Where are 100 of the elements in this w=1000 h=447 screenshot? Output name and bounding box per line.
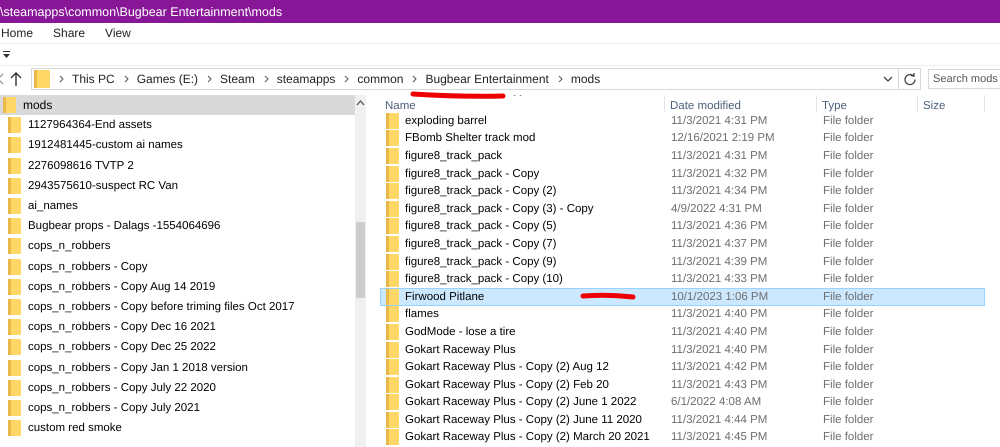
folder-icon [8, 117, 21, 134]
file-row[interactable]: FBomb Shelter track mod 12/16/2021 2:19 PM File folder [380, 130, 985, 148]
up-arrow-icon[interactable] [9, 71, 23, 87]
file-row[interactable]: Gokart Raceway Plus - Copy (2) June 11 2020 11/3/2021 4:44 PM File folder [380, 411, 985, 429]
file-row[interactable]: flames 11/3/2021 4:40 PM File folder [380, 306, 985, 324]
date-modified: 12/16/2021 2:19 PM [670, 132, 776, 144]
folder-icon [8, 420, 21, 436]
file-name: figure8_track_pack - Copy (7) [405, 238, 556, 250]
column-header[interactable]: Size [918, 95, 985, 112]
file-type: File folder [822, 344, 874, 356]
file-name: GodMode - lose a tire [405, 326, 516, 338]
breadcrumb[interactable]: Bugbear Entertainment [425, 72, 549, 86]
tree-item[interactable]: cops_n_robbers - Copy July 22 2020 [0, 378, 355, 398]
dropdown-icon[interactable] [883, 75, 893, 83]
tree-item[interactable]: cops_n_robbers - Copy [0, 256, 355, 277]
ribbon-tab[interactable]: View [105, 26, 131, 40]
tree-item[interactable]: mods [0, 95, 355, 116]
folder-icon [8, 360, 21, 376]
file-type: File folder [822, 256, 874, 268]
folder-icon [386, 183, 399, 200]
customize-toolbar-icon[interactable] [2, 50, 11, 59]
file-row[interactable]: Gokart Raceway Plus 11/3/2021 4:40 PM File folder [380, 340, 985, 358]
window-title: \steamapps\common\Bugbear Entertainment\mods [0, 4, 282, 18]
file-name: FBomb Shelter track mod [405, 132, 536, 144]
scroll-thumb[interactable] [356, 222, 365, 298]
file-row[interactable]: figure8_track_pack - Copy (7) 11/3/2021 4:37 PM File folder [380, 235, 985, 253]
folder-icon [8, 238, 21, 254]
file-name: figure8_track_pack - Copy (5) [405, 220, 556, 232]
folder-icon [386, 394, 399, 410]
file-type: File folder [822, 238, 874, 250]
tree-item[interactable]: Bugbear props - Dalags -1554064696 [0, 216, 355, 236]
file-type: File folder [822, 396, 874, 408]
date-modified: 6/1/2022 4:08 AM [670, 396, 762, 408]
tree-item[interactable]: cops_n_robbers - Copy before triming files Oct 2017 [0, 296, 355, 318]
tree-item[interactable]: custom red smoke [0, 418, 355, 438]
file-row[interactable]: figure8_track_pack - Copy 11/3/2021 4:32 PM File folder [380, 164, 985, 182]
file-row[interactable]: GodMode - lose a tire 11/3/2021 4:40 PM File folder [380, 323, 985, 341]
file-row[interactable]: Gokart Raceway Plus - Copy (2) March 20 2021 11/3/2021 4:45 PM File folder [380, 428, 985, 446]
tree-item[interactable]: cops_n_robbers - Copy Dec 25 2022 [0, 337, 355, 358]
folder-icon [8, 198, 21, 214]
folder-icon [386, 254, 399, 270]
chevron-icon [207, 75, 214, 83]
refresh-icon[interactable] [903, 72, 917, 86]
chevron-icon [344, 75, 350, 83]
file-name: Gokart Raceway Plus - Copy (2) Aug 12 [405, 361, 609, 374]
date-modified: 11/3/2021 4:31 PM [670, 114, 768, 127]
folder-icon [34, 70, 50, 88]
tree-item[interactable]: 1912481445-custom ai names [0, 135, 355, 156]
column-header[interactable]: Date modified [665, 95, 817, 112]
file-type: File folder [822, 378, 874, 391]
folder-icon [386, 429, 399, 446]
tree-item[interactable]: ai_names [0, 196, 355, 216]
file-type: File folder [822, 150, 874, 162]
file-row[interactable]: Gokart Raceway Plus - Copy (2) June 1 2022 6/1/2022 4:08 AM File folder [380, 394, 985, 412]
folder-icon [386, 376, 399, 393]
file-row[interactable]: figure8_track_pack - Copy (3) - Copy 4/9/2022 4:31 PM File folder [380, 200, 985, 218]
file-name: Gokart Raceway Plus - Copy (2) Feb 20 [405, 378, 609, 391]
ribbon-tab[interactable]: Share [53, 26, 86, 40]
file-row[interactable]: Firwood Pitlane 10/1/2023 1:06 PM File folder [380, 288, 985, 306]
file-row[interactable]: figure8_track_pack 11/3/2021 4:31 PM File folder [380, 147, 985, 165]
file-row[interactable]: exploding barrel 11/3/2021 4:31 PM File folder [380, 112, 985, 130]
ribbon-tab[interactable]: Home [1, 26, 34, 40]
file-type: File folder [822, 361, 874, 374]
tree-item[interactable]: cops_n_robbers - Copy Aug 14 2019 [0, 276, 355, 297]
file-row[interactable]: figure8_track_pack - Copy (5) 11/3/2021 4:36 PM File folder [380, 218, 985, 236]
breadcrumb[interactable]: Steam [220, 72, 255, 86]
file-type: File folder [822, 132, 874, 144]
file-row[interactable]: figure8_track_pack - Copy (2) 11/3/2021 4:34 PM File folder [380, 182, 985, 200]
tree-item[interactable]: 1127964364-End assets [0, 115, 355, 136]
file-type: File folder [822, 185, 874, 198]
file-name: exploding barrel [405, 114, 487, 127]
date-modified: 11/3/2021 4:45 PM [670, 431, 768, 444]
search-field[interactable]: Search mods [928, 69, 1000, 89]
breadcrumb[interactable]: steamapps [276, 72, 336, 86]
tree-item[interactable]: 2943575610-suspect RC Van [0, 176, 355, 196]
breadcrumb[interactable]: This PC [72, 72, 115, 86]
tree-item[interactable]: cops_n_robbers - Copy Dec 16 2021 [0, 317, 355, 338]
date-modified: 11/3/2021 4:34 PM [670, 185, 768, 198]
file-row[interactable]: figure8_track_pack - Copy (10) 11/3/2021 4:33 PM File folder [380, 270, 985, 288]
breadcrumb[interactable]: Games (E:) [136, 72, 198, 86]
folder-icon [386, 271, 399, 288]
file-row[interactable]: figure8_track_pack - Copy (9) 11/3/2021 4:39 PM File folder [380, 252, 985, 270]
folder-icon [8, 137, 21, 154]
tree-item[interactable]: 2276098616 TVTP 2 [0, 156, 355, 176]
file-row[interactable]: Gokart Raceway Plus - Copy (2) Feb 20 11/3/2021 4:43 PM File folder [380, 376, 985, 394]
scrollbar[interactable] [355, 95, 366, 447]
date-modified: 11/3/2021 4:39 PM [670, 256, 768, 268]
tree-item[interactable]: cops_n_robbers - Copy Jan 1 2018 version [0, 357, 355, 378]
file-row[interactable]: Gokart Raceway Plus - Copy (2) Aug 12 11/3/2021 4:42 PM File folder [380, 358, 985, 376]
breadcrumb[interactable]: common [357, 72, 404, 86]
tree-item[interactable]: cops_n_robbers [0, 236, 355, 256]
address-bar[interactable]: This PC Games (E:) Steam steamapps common Bugbear Entertainment mods [31, 68, 921, 90]
column-header[interactable]: Type [817, 95, 918, 112]
column-header[interactable]: Name [380, 95, 665, 112]
chevron-icon [558, 75, 564, 83]
tree-item[interactable]: cops_n_robbers - Copy July 2021 [0, 398, 355, 418]
file-name: figure8_track_pack - Copy (2) [405, 185, 556, 198]
breadcrumb[interactable]: mods [570, 72, 600, 86]
folder-icon [386, 342, 399, 358]
scroll-up-icon[interactable] [356, 100, 365, 106]
